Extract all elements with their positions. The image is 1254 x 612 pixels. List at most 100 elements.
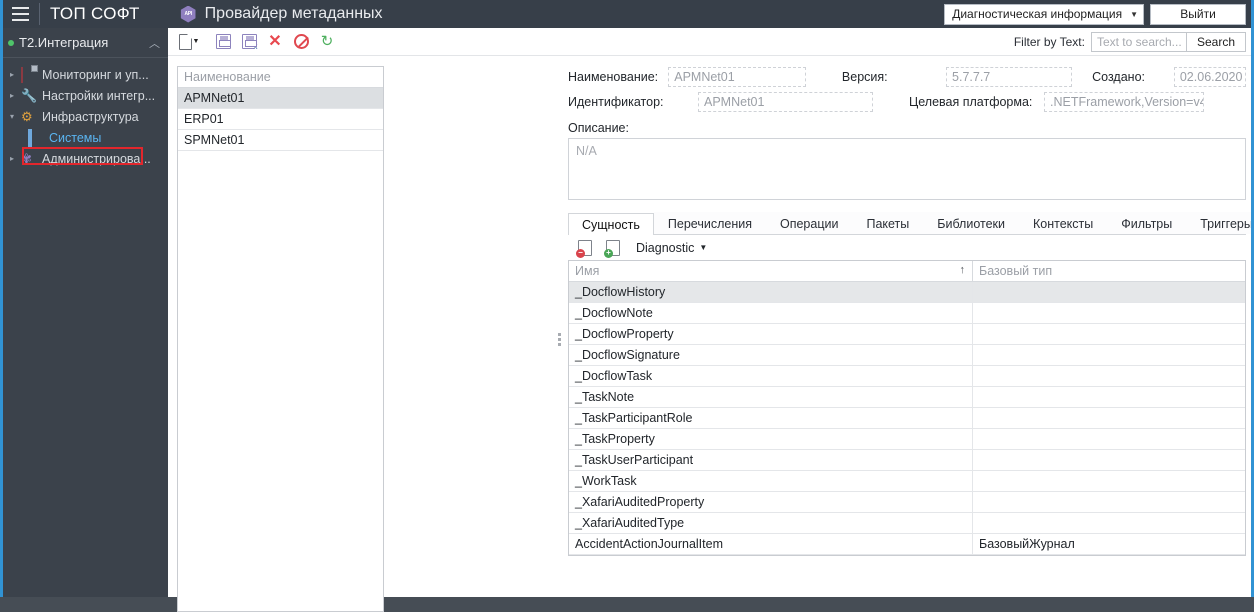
table-row[interactable]: _TaskProperty bbox=[569, 429, 1245, 450]
diagnostic-info-dropdown[interactable]: Диагностическая информация ▼ bbox=[944, 3, 1144, 25]
search-button[interactable]: Search bbox=[1185, 31, 1246, 52]
description-textarea[interactable]: N/A bbox=[568, 138, 1246, 200]
version-field[interactable]: 5.7.7.7 bbox=[946, 67, 1073, 87]
list-item-label: APMNet01 bbox=[184, 91, 245, 105]
diagnostic-dropdown-label: Diagnostic bbox=[636, 240, 695, 255]
sidebar-item-administration[interactable]: ▸ ✾ Администрирова... bbox=[0, 148, 168, 169]
cancel-icon[interactable] bbox=[288, 30, 314, 54]
table-row[interactable]: _DocflowSignature bbox=[569, 345, 1245, 366]
sidebar-header-label: T2.Интеграция bbox=[19, 35, 109, 50]
list-column-header[interactable]: Наименование bbox=[178, 67, 383, 88]
cell-name: _XafariAuditedType bbox=[569, 513, 973, 533]
tab-libraries[interactable]: Библиотеки bbox=[923, 212, 1019, 234]
logout-button[interactable]: Выйти bbox=[1150, 3, 1246, 25]
grid-toolbar: − + Diagnostic ▼ bbox=[568, 235, 1246, 260]
application-window: ТОП СОФТ API Провайдер метаданных Диагно… bbox=[0, 0, 1254, 612]
filter-group: Filter by Text: Search bbox=[1013, 31, 1246, 52]
created-field[interactable]: 02.06.2020 bbox=[1173, 67, 1246, 87]
list-item-label: ERP01 bbox=[184, 112, 224, 126]
list-item[interactable]: APMNet01 bbox=[178, 88, 383, 109]
save-icon[interactable] bbox=[210, 30, 236, 54]
admin-icon: ✾ bbox=[21, 150, 32, 166]
table-row[interactable]: _DocflowProperty bbox=[569, 324, 1245, 345]
expander-icon[interactable]: ▸ bbox=[10, 91, 21, 100]
chevron-down-icon[interactable]: ▼ bbox=[193, 38, 200, 45]
list-item-label: SPMNet01 bbox=[184, 133, 245, 147]
expander-icon[interactable]: ▸ bbox=[10, 70, 21, 79]
grid-column-name[interactable]: Имя ↑ bbox=[569, 261, 973, 281]
tab-enumerations[interactable]: Перечисления bbox=[653, 212, 766, 234]
sidebar-item-monitoring[interactable]: ▸ Мониторинг и уп... bbox=[0, 64, 168, 85]
table-row[interactable]: _XafariAuditedType bbox=[569, 513, 1245, 534]
sidebar-item-infrastructure[interactable]: ▾ ⚙ Инфраструктура bbox=[0, 106, 168, 127]
chevron-down-icon: ▼ bbox=[699, 243, 708, 252]
diagnostic-info-label: Диагностическая информация bbox=[952, 7, 1123, 21]
form-row-name: Наименование: APMNet01 Версия: 5.7.7.7 С… bbox=[568, 66, 1246, 88]
detail-panel: Наименование: APMNet01 Версия: 5.7.7.7 С… bbox=[568, 66, 1254, 587]
grid-body: _DocflowHistory _DocflowNote _DocflowPro… bbox=[569, 282, 1245, 555]
cell-name: _TaskNote bbox=[569, 387, 973, 407]
chevron-up-icon[interactable]: ︿ bbox=[149, 35, 160, 51]
table-row[interactable]: _DocflowNote bbox=[569, 303, 1245, 324]
table-row[interactable]: AccidentActionJournalItem БазовыйЖурнал bbox=[569, 534, 1245, 555]
window-accent-left bbox=[0, 0, 3, 597]
panel-splitter-handle[interactable] bbox=[554, 66, 564, 612]
list-item[interactable]: ERP01 bbox=[178, 109, 383, 130]
sidebar-header[interactable]: T2.Интеграция ︿ bbox=[0, 28, 168, 58]
entity-grid: Имя ↑ Базовый тип _DocflowHistory _Docfl… bbox=[568, 260, 1246, 556]
sidebar-item-label: Настройки интегр... bbox=[42, 88, 156, 103]
cell-base-type bbox=[973, 408, 1245, 428]
tab-filters[interactable]: Фильтры bbox=[1107, 212, 1187, 234]
identifier-field[interactable]: APMNet01 bbox=[698, 92, 873, 112]
sidebar: T2.Интеграция ︿ ▸ Мониторинг и уп... ▸ 🔧… bbox=[0, 28, 168, 597]
tab-entity[interactable]: Сущность bbox=[568, 213, 654, 235]
cell-base-type bbox=[973, 345, 1245, 365]
expander-icon[interactable]: ▾ bbox=[10, 112, 21, 121]
sidebar-item-integration-settings[interactable]: ▸ 🔧 Настройки интегр... bbox=[0, 85, 168, 106]
table-row[interactable]: _TaskNote bbox=[569, 387, 1245, 408]
table-row[interactable]: _TaskParticipantRole bbox=[569, 408, 1245, 429]
expander-icon[interactable]: ▸ bbox=[10, 154, 21, 163]
cell-base-type: БазовыйЖурнал bbox=[979, 537, 1075, 551]
cell-name: _DocflowHistory bbox=[569, 282, 973, 302]
tab-operations[interactable]: Операции bbox=[765, 212, 853, 234]
description-label: Описание: bbox=[568, 121, 629, 135]
table-row[interactable]: _DocflowHistory bbox=[569, 282, 1245, 303]
sidebar-item-systems[interactable]: Системы bbox=[0, 127, 168, 148]
diagnostic-dropdown[interactable]: Diagnostic ▼ bbox=[636, 241, 707, 255]
list-item[interactable]: SPMNet01 bbox=[178, 130, 383, 151]
document-remove-icon[interactable]: − bbox=[572, 236, 598, 260]
filter-label: Filter by Text: bbox=[1013, 34, 1085, 49]
cell-name: AccidentActionJournalItem bbox=[569, 534, 973, 554]
name-label: Наименование: bbox=[568, 70, 659, 84]
cell-base-type bbox=[973, 450, 1245, 470]
grid-header-row: Имя ↑ Базовый тип bbox=[569, 261, 1245, 282]
brand-label: ТОП СОФТ bbox=[50, 4, 140, 23]
table-row[interactable]: _DocflowTask bbox=[569, 366, 1245, 387]
grid-column-base-type-label: Базовый тип bbox=[979, 264, 1053, 278]
search-input[interactable] bbox=[1090, 31, 1186, 52]
refresh-icon[interactable]: ↻ bbox=[314, 30, 340, 54]
tab-triggers[interactable]: Триггеры bbox=[1186, 212, 1254, 234]
name-field[interactable]: APMNet01 bbox=[668, 67, 806, 87]
target-platform-field[interactable]: .NETFramework,Version=v4.7 bbox=[1044, 92, 1204, 112]
cell-name: _TaskUserParticipant bbox=[569, 450, 973, 470]
sidebar-nav: ▸ Мониторинг и уп... ▸ 🔧 Настройки интег… bbox=[0, 58, 168, 169]
table-row[interactable]: _XafariAuditedProperty bbox=[569, 492, 1245, 513]
api-badge-text: API bbox=[184, 11, 192, 17]
delete-icon[interactable]: ✕ bbox=[262, 30, 288, 54]
titlebar-divider bbox=[39, 3, 40, 25]
table-row[interactable]: _TaskUserParticipant bbox=[569, 450, 1245, 471]
tab-contexts[interactable]: Контексты bbox=[1019, 212, 1108, 234]
api-badge-icon: API bbox=[180, 5, 197, 23]
document-add-icon[interactable]: + bbox=[600, 236, 626, 260]
tab-packages[interactable]: Пакеты bbox=[852, 212, 924, 234]
grid-column-base-type[interactable]: Базовый тип bbox=[973, 261, 1245, 281]
cell-base-type bbox=[973, 303, 1245, 323]
table-row[interactable]: _WorkTask bbox=[569, 471, 1245, 492]
save-as-icon[interactable]: x bbox=[236, 30, 262, 54]
new-document-icon[interactable]: ▼ bbox=[176, 30, 202, 54]
sidebar-item-label: Системы bbox=[49, 130, 102, 145]
hamburger-icon[interactable] bbox=[5, 0, 35, 28]
cell-name: _TaskProperty bbox=[569, 429, 973, 449]
